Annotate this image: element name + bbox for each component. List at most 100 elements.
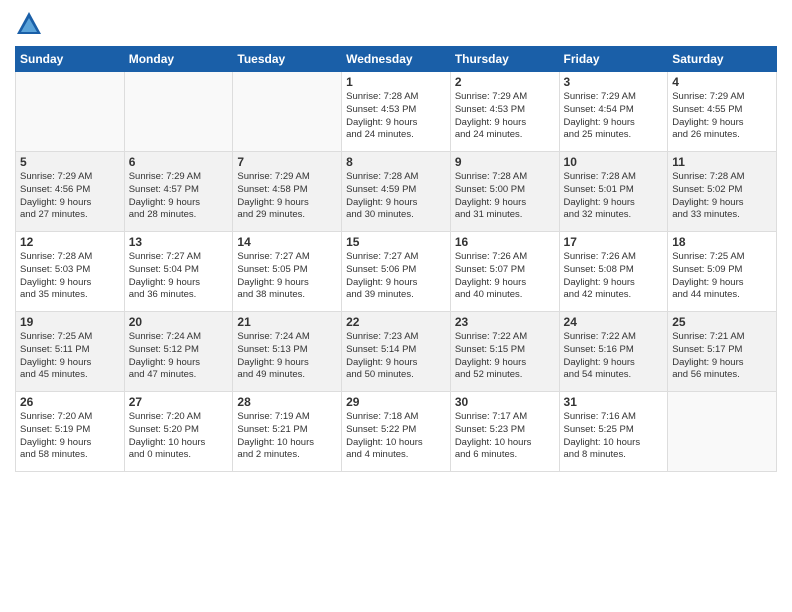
day-info: Sunrise: 7:24 AM Sunset: 5:13 PM Dayligh… <box>237 331 337 382</box>
calendar-day-cell: 11 Sunrise: 7:28 AM Sunset: 5:02 PM Dayli… <box>668 152 777 232</box>
calendar-day-cell: 16 Sunrise: 7:26 AM Sunset: 5:07 PM Dayli… <box>450 232 559 312</box>
calendar-day-cell: 24 Sunrise: 7:22 AM Sunset: 5:16 PM Dayli… <box>559 312 668 392</box>
day-info: Sunrise: 7:25 AM Sunset: 5:09 PM Dayligh… <box>672 251 772 302</box>
day-info: Sunrise: 7:28 AM Sunset: 4:59 PM Dayligh… <box>346 171 446 222</box>
day-number: 12 <box>20 235 120 249</box>
logo <box>15 10 47 38</box>
day-info: Sunrise: 7:21 AM Sunset: 5:17 PM Dayligh… <box>672 331 772 382</box>
calendar-day-cell: 3Sunrise: 7:29 AM Sunset: 4:54 PM Daylig… <box>559 72 668 152</box>
day-info: Sunrise: 7:24 AM Sunset: 5:12 PM Dayligh… <box>129 331 229 382</box>
calendar-day-cell: 12Sunrise: 7:28 AM Sunset: 5:03 PM Dayli… <box>16 232 125 312</box>
day-number: 23 <box>455 315 555 329</box>
day-info: Sunrise: 7:26 AM Sunset: 5:08 PM Dayligh… <box>564 251 664 302</box>
calendar-day-cell: 17 Sunrise: 7:26 AM Sunset: 5:08 PM Dayli… <box>559 232 668 312</box>
calendar-day-cell: 15 Sunrise: 7:27 AM Sunset: 5:06 PM Dayli… <box>342 232 451 312</box>
day-number: 6 <box>129 155 229 169</box>
calendar-day-cell: 14 Sunrise: 7:27 AM Sunset: 5:05 PM Dayli… <box>233 232 342 312</box>
weekday-header-saturday: Saturday <box>668 47 777 72</box>
weekday-header-wednesday: Wednesday <box>342 47 451 72</box>
weekday-header-tuesday: Tuesday <box>233 47 342 72</box>
day-number: 9 <box>455 155 555 169</box>
calendar-day-cell: 29 Sunrise: 7:18 AM Sunset: 5:22 PM Dayli… <box>342 392 451 472</box>
calendar-day-cell: 27Sunrise: 7:20 AM Sunset: 5:20 PM Dayli… <box>124 392 233 472</box>
day-info: Sunrise: 7:27 AM Sunset: 5:04 PM Dayligh… <box>129 251 229 302</box>
day-info: Sunrise: 7:26 AM Sunset: 5:07 PM Dayligh… <box>455 251 555 302</box>
calendar-day-cell <box>233 72 342 152</box>
calendar-week-row: 19 Sunrise: 7:25 AM Sunset: 5:11 PM Dayli… <box>16 312 777 392</box>
calendar-week-row: 1 Sunrise: 7:28 AM Sunset: 4:53 PM Daylig… <box>16 72 777 152</box>
weekday-header-sunday: Sunday <box>16 47 125 72</box>
day-number: 4 <box>672 75 772 89</box>
calendar-day-cell: 18 Sunrise: 7:25 AM Sunset: 5:09 PM Dayli… <box>668 232 777 312</box>
logo-icon <box>15 10 43 38</box>
day-info: Sunrise: 7:29 AM Sunset: 4:58 PM Dayligh… <box>237 171 337 222</box>
calendar-week-row: 5 Sunrise: 7:29 AM Sunset: 4:56 PM Daylig… <box>16 152 777 232</box>
day-number: 5 <box>20 155 120 169</box>
calendar-week-row: 12Sunrise: 7:28 AM Sunset: 5:03 PM Dayli… <box>16 232 777 312</box>
calendar-day-cell: 28Sunrise: 7:19 AM Sunset: 5:21 PM Dayli… <box>233 392 342 472</box>
day-number: 2 <box>455 75 555 89</box>
day-info: Sunrise: 7:18 AM Sunset: 5:22 PM Dayligh… <box>346 411 446 462</box>
day-info: Sunrise: 7:23 AM Sunset: 5:14 PM Dayligh… <box>346 331 446 382</box>
day-number: 24 <box>564 315 664 329</box>
weekday-header-monday: Monday <box>124 47 233 72</box>
calendar-day-cell: 19 Sunrise: 7:25 AM Sunset: 5:11 PM Dayli… <box>16 312 125 392</box>
day-number: 14 <box>237 235 337 249</box>
day-info: Sunrise: 7:20 AM Sunset: 5:20 PM Dayligh… <box>129 411 229 462</box>
day-info: Sunrise: 7:20 AM Sunset: 5:19 PM Dayligh… <box>20 411 120 462</box>
day-number: 19 <box>20 315 120 329</box>
day-info: Sunrise: 7:28 AM Sunset: 5:00 PM Dayligh… <box>455 171 555 222</box>
day-number: 16 <box>455 235 555 249</box>
calendar-day-cell: 5 Sunrise: 7:29 AM Sunset: 4:56 PM Daylig… <box>16 152 125 232</box>
day-number: 31 <box>564 395 664 409</box>
day-number: 30 <box>455 395 555 409</box>
calendar-day-cell: 22Sunrise: 7:23 AM Sunset: 5:14 PM Dayli… <box>342 312 451 392</box>
day-info: Sunrise: 7:29 AM Sunset: 4:57 PM Dayligh… <box>129 171 229 222</box>
day-number: 8 <box>346 155 446 169</box>
day-info: Sunrise: 7:28 AM Sunset: 5:01 PM Dayligh… <box>564 171 664 222</box>
calendar-day-cell: 13 Sunrise: 7:27 AM Sunset: 5:04 PM Dayli… <box>124 232 233 312</box>
calendar-day-cell: 20 Sunrise: 7:24 AM Sunset: 5:12 PM Dayli… <box>124 312 233 392</box>
calendar-day-cell: 6 Sunrise: 7:29 AM Sunset: 4:57 PM Daylig… <box>124 152 233 232</box>
calendar-day-cell <box>16 72 125 152</box>
day-number: 18 <box>672 235 772 249</box>
day-info: Sunrise: 7:17 AM Sunset: 5:23 PM Dayligh… <box>455 411 555 462</box>
calendar-day-cell: 26 Sunrise: 7:20 AM Sunset: 5:19 PM Dayli… <box>16 392 125 472</box>
calendar-day-cell: 25Sunrise: 7:21 AM Sunset: 5:17 PM Dayli… <box>668 312 777 392</box>
day-info: Sunrise: 7:22 AM Sunset: 5:16 PM Dayligh… <box>564 331 664 382</box>
day-number: 13 <box>129 235 229 249</box>
day-number: 11 <box>672 155 772 169</box>
day-info: Sunrise: 7:27 AM Sunset: 5:06 PM Dayligh… <box>346 251 446 302</box>
day-number: 7 <box>237 155 337 169</box>
calendar-day-cell <box>668 392 777 472</box>
calendar-day-cell: 9 Sunrise: 7:28 AM Sunset: 5:00 PM Daylig… <box>450 152 559 232</box>
calendar-day-cell: 7 Sunrise: 7:29 AM Sunset: 4:58 PM Daylig… <box>233 152 342 232</box>
calendar-day-cell: 23 Sunrise: 7:22 AM Sunset: 5:15 PM Dayli… <box>450 312 559 392</box>
calendar-day-cell: 4 Sunrise: 7:29 AM Sunset: 4:55 PM Daylig… <box>668 72 777 152</box>
calendar-day-cell: 30 Sunrise: 7:17 AM Sunset: 5:23 PM Dayli… <box>450 392 559 472</box>
day-info: Sunrise: 7:28 AM Sunset: 5:02 PM Dayligh… <box>672 171 772 222</box>
calendar-day-cell: 31Sunrise: 7:16 AM Sunset: 5:25 PM Dayli… <box>559 392 668 472</box>
day-number: 17 <box>564 235 664 249</box>
weekday-header-thursday: Thursday <box>450 47 559 72</box>
calendar-container: SundayMondayTuesdayWednesdayThursdayFrid… <box>0 0 792 612</box>
day-number: 26 <box>20 395 120 409</box>
day-number: 21 <box>237 315 337 329</box>
day-info: Sunrise: 7:29 AM Sunset: 4:55 PM Dayligh… <box>672 91 772 142</box>
calendar-table: SundayMondayTuesdayWednesdayThursdayFrid… <box>15 46 777 472</box>
day-info: Sunrise: 7:22 AM Sunset: 5:15 PM Dayligh… <box>455 331 555 382</box>
day-info: Sunrise: 7:29 AM Sunset: 4:56 PM Dayligh… <box>20 171 120 222</box>
day-info: Sunrise: 7:28 AM Sunset: 4:53 PM Dayligh… <box>346 91 446 142</box>
weekday-header-row: SundayMondayTuesdayWednesdayThursdayFrid… <box>16 47 777 72</box>
day-number: 3 <box>564 75 664 89</box>
calendar-day-cell: 1 Sunrise: 7:28 AM Sunset: 4:53 PM Daylig… <box>342 72 451 152</box>
day-info: Sunrise: 7:29 AM Sunset: 4:53 PM Dayligh… <box>455 91 555 142</box>
day-info: Sunrise: 7:27 AM Sunset: 5:05 PM Dayligh… <box>237 251 337 302</box>
calendar-day-cell: 21 Sunrise: 7:24 AM Sunset: 5:13 PM Dayli… <box>233 312 342 392</box>
day-info: Sunrise: 7:25 AM Sunset: 5:11 PM Dayligh… <box>20 331 120 382</box>
day-number: 29 <box>346 395 446 409</box>
day-number: 15 <box>346 235 446 249</box>
calendar-week-row: 26 Sunrise: 7:20 AM Sunset: 5:19 PM Dayli… <box>16 392 777 472</box>
day-number: 1 <box>346 75 446 89</box>
day-number: 20 <box>129 315 229 329</box>
